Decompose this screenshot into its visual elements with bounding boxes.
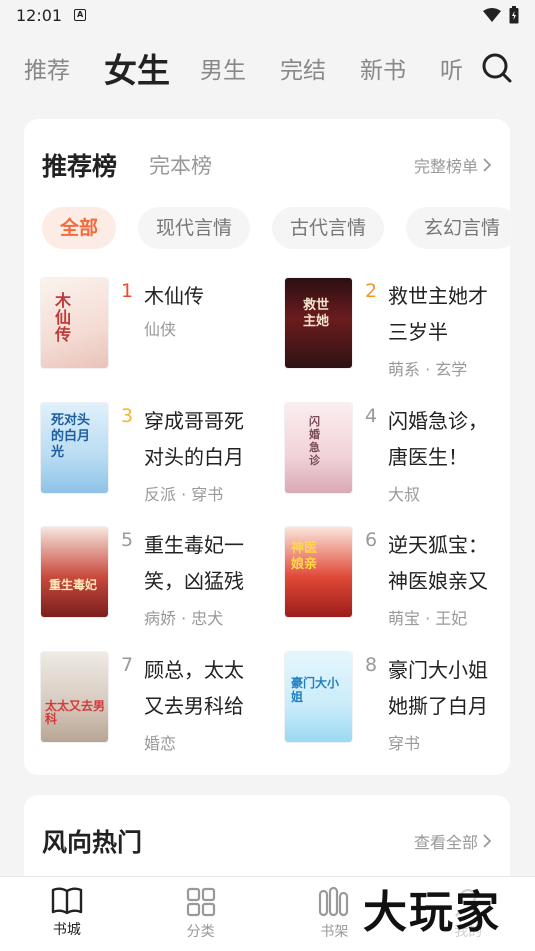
tab-audio[interactable]: 听 [440, 51, 463, 85]
book-tags: 病娇 · 忠犬 [144, 609, 224, 628]
view-all-link[interactable]: 查看全部 [414, 829, 492, 853]
ranking-header: 推荐榜 完本榜 完整榜单 [42, 147, 492, 183]
watermark-logo: 大玩家 [363, 882, 528, 944]
top-nav: 推荐 女生 男生 完结 新书 听 [0, 30, 535, 106]
full-list-link[interactable]: 完整榜单 [414, 153, 492, 177]
book-item[interactable]: 救世主她 2 救世主她才三岁半 萌系 · 玄学 [285, 278, 505, 388]
chevron-right-icon [483, 834, 492, 848]
cover-title: 太太又去男科 [45, 699, 106, 726]
book-title: 重生毒妃一笑，凶猛残 [144, 533, 244, 593]
book-item[interactable]: 豪门大小姐 8 豪门大小姐她撕了白月 穿书 [285, 652, 505, 762]
notification-icon: A [74, 9, 87, 21]
tab-recommend[interactable]: 推荐 [24, 51, 70, 85]
view-all-label: 查看全部 [413, 833, 478, 852]
grid-icon [186, 887, 215, 917]
rank-number: 6 [365, 529, 378, 551]
book-cover: 死对头的白月光 [41, 403, 108, 493]
book-tags: 反派 · 穿书 [144, 485, 224, 504]
rank-number: 2 [365, 280, 378, 302]
chip-all[interactable]: 全部 [42, 207, 117, 249]
cover-title: 神医娘亲 [291, 541, 318, 572]
cover-title: 救世主她 [303, 298, 330, 329]
tab-finished-rank[interactable]: 完本榜 [149, 150, 212, 180]
cover-title: 木仙传 [55, 291, 72, 344]
book-item[interactable]: 重生毒妃 5 重生毒妃一笑，凶猛残 病娇 · 忠犬 [41, 527, 261, 637]
chip-modern-romance[interactable]: 现代言情 [138, 207, 251, 249]
rank-number: 8 [365, 654, 378, 676]
nav-category[interactable]: 分类 [134, 877, 268, 951]
book-icon [51, 887, 83, 915]
cover-title: 死对头的白月光 [51, 413, 91, 460]
tab-recommend-rank[interactable]: 推荐榜 [42, 147, 117, 183]
ranking-card: 推荐榜 完本榜 完整榜单 全部 现代言情 古代言情 玄幻言情 木仙传 1 木仙传 仙侠… [24, 119, 510, 775]
bookshelf-icon [319, 887, 349, 917]
nav-category-label: 分类 [186, 924, 215, 940]
chip-fantasy-romance[interactable]: 玄幻言情 [406, 207, 510, 249]
rank-number: 7 [121, 654, 134, 676]
book-tags: 穿书 [388, 734, 421, 753]
hot-trends-title: 风向热门 [42, 828, 143, 857]
book-item[interactable]: 太太又去男科 7 顾总，太太又去男科给 婚恋 [41, 652, 261, 762]
chip-ancient-romance[interactable]: 古代言情 [272, 207, 385, 249]
book-title: 穿成哥哥死对头的白月 [144, 409, 244, 469]
book-title: 豪门大小姐她撕了白月 [388, 658, 488, 718]
status-bar: 12:01 A [0, 0, 535, 30]
book-title: 木仙传 [144, 284, 204, 308]
book-item[interactable]: 闪婚急诊 4 闪婚急诊，唐医生！ 大叔 [285, 403, 505, 513]
book-item[interactable]: 神医娘亲 6 逆天狐宝：神医娘亲又 萌宝 · 王妃 [285, 527, 505, 637]
book-title: 顾总，太太又去男科给 [144, 658, 244, 718]
category-chips: 全部 现代言情 古代言情 玄幻言情 [42, 207, 510, 249]
tab-finished[interactable]: 完结 [280, 51, 326, 85]
status-time: 12:01 [16, 5, 63, 25]
book-cover: 救世主她 [285, 278, 352, 368]
book-title: 闪婚急诊，唐医生！ [388, 409, 488, 469]
rank-number: 5 [121, 529, 134, 551]
full-list-label: 完整榜单 [413, 157, 478, 176]
book-title: 逆天狐宝：神医娘亲又 [388, 533, 488, 593]
book-cover: 豪门大小姐 [285, 652, 352, 742]
tab-new-books[interactable]: 新书 [360, 51, 406, 85]
book-item[interactable]: 死对头的白月光 3 穿成哥哥死对头的白月 反派 · 穿书 [41, 403, 261, 513]
book-item[interactable]: 木仙传 1 木仙传 仙侠 [41, 278, 261, 388]
book-cover: 木仙传 [41, 278, 108, 368]
battery-icon [509, 6, 519, 24]
nav-bookstore-label: 书城 [52, 922, 81, 938]
search-button[interactable] [481, 52, 513, 84]
book-cover: 重生毒妃 [41, 527, 108, 617]
search-icon [482, 53, 512, 83]
cover-title: 重生毒妃 [49, 578, 98, 592]
book-tags: 萌宝 · 王妃 [388, 609, 468, 628]
tab-female[interactable]: 女生 [104, 44, 170, 92]
book-cover: 太太又去男科 [41, 652, 108, 742]
book-title: 救世主她才三岁半 [388, 284, 488, 344]
rank-number: 3 [121, 405, 134, 427]
tab-male[interactable]: 男生 [200, 51, 246, 85]
book-tags: 萌系 · 玄学 [388, 360, 468, 379]
chevron-right-icon [483, 158, 492, 172]
rank-number: 1 [121, 280, 134, 302]
nav-bookshelf-label: 书架 [320, 924, 349, 940]
wifi-icon [483, 8, 501, 22]
book-tags: 婚恋 [144, 734, 177, 753]
book-tags: 大叔 [388, 485, 421, 504]
cover-title: 闪婚急诊 [309, 415, 320, 467]
book-tags: 仙侠 [144, 320, 177, 339]
nav-bookstore[interactable]: 书城 [0, 877, 134, 951]
book-cover: 神医娘亲 [285, 527, 352, 617]
rank-number: 4 [365, 405, 378, 427]
book-cover: 闪婚急诊 [285, 403, 352, 493]
cover-title: 豪门大小姐 [291, 676, 340, 704]
